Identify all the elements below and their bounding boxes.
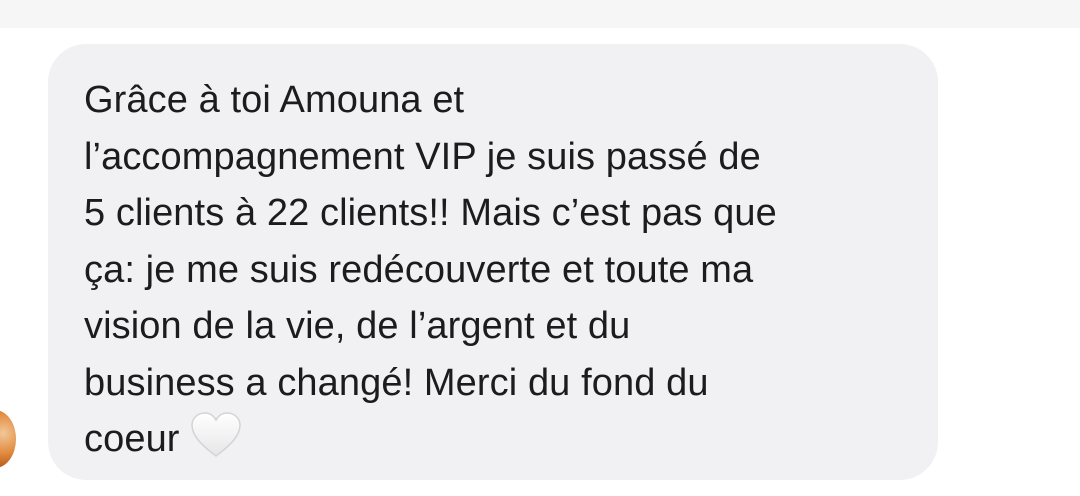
message-line: 5 clients à 22 clients!! Mais c’est pas … [84,192,777,234]
message-last-line: coeur [84,411,914,468]
top-strip [0,0,1080,28]
message-line: l’accompagnement VIP je suis passé de [84,135,761,178]
message-line-text: coeur [84,418,180,460]
avatar[interactable] [0,410,16,468]
chat-screen: Grâce à toi Amouna et l’accompagnement V… [0,0,1080,496]
message-line: ça: je me suis redécouverte et toute ma [84,248,754,291]
message-line: vision de la vie, de l’argent et du [84,305,631,347]
message-text: Grâce à toi Amouna et l’accompagnement V… [84,72,914,468]
message-line: Grâce à toi Amouna et [84,79,465,121]
message-line: business a changé! Merci du fond du [84,361,709,404]
white-heart-icon [190,412,241,457]
